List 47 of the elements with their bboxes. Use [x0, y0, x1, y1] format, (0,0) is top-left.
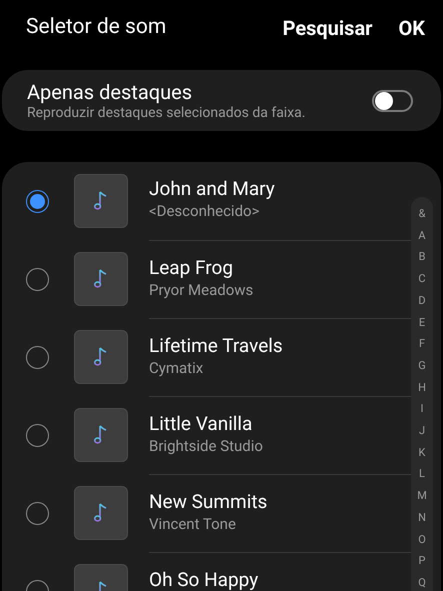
music-note-icon	[94, 191, 108, 211]
header-action-button[interactable]: Pesquisar	[282, 12, 372, 42]
index-letter[interactable]: O	[418, 528, 426, 550]
track-artist: Cymatix	[149, 358, 204, 378]
track-title: Little Vanilla	[149, 412, 254, 436]
radio-button[interactable]	[26, 346, 49, 368]
index-letter[interactable]: C	[418, 268, 426, 290]
track-title: Lifetime Travels	[149, 334, 284, 358]
screen-title: Seletor de som	[26, 14, 168, 41]
track-artist: Brightside Studio	[149, 436, 264, 456]
index-letter[interactable]: N	[418, 506, 426, 529]
alphabet-index-bar[interactable]: & A B C D E F G H I J K L M N O P Q	[411, 197, 433, 591]
music-note-icon	[94, 503, 108, 523]
track-title: Oh So Happy	[149, 568, 260, 591]
index-letter[interactable]: L	[419, 463, 425, 486]
index-letter[interactable]: G	[418, 354, 426, 377]
index-letter[interactable]: F	[418, 333, 426, 355]
index-letter[interactable]: P	[418, 550, 426, 572]
highlights-toggle[interactable]	[372, 90, 413, 112]
radio-button[interactable]	[26, 424, 49, 446]
index-letter[interactable]: H	[418, 376, 426, 398]
music-note-icon	[94, 425, 108, 445]
index-letter[interactable]: K	[418, 442, 426, 464]
toggle-thumb	[375, 92, 393, 110]
index-letter[interactable]: M	[417, 485, 427, 507]
highlights-subtitle: Reproduzir destaques selecionados da faixa.	[27, 104, 306, 122]
highlights-title: Apenas destaques	[27, 80, 194, 104]
radio-button[interactable]	[26, 502, 49, 524]
track-artist: Pryor Meadows	[149, 280, 254, 300]
music-note-icon	[94, 347, 108, 367]
track-title: New Summits	[149, 490, 268, 514]
index-letter[interactable]: I	[420, 398, 424, 420]
header-action-button[interactable]: OK	[398, 12, 425, 42]
radio-button[interactable]	[26, 190, 49, 212]
index-letter[interactable]: J	[418, 420, 426, 442]
index-letter[interactable]: E	[418, 312, 426, 334]
index-letter[interactable]: B	[418, 246, 426, 268]
track-title: John and Mary	[149, 177, 276, 201]
track-artist: <Desconhecido>	[149, 201, 260, 221]
index-letter[interactable]: &	[418, 203, 426, 225]
track-title: Leap Frog	[149, 256, 234, 280]
music-note-icon	[94, 269, 108, 289]
radio-button[interactable]	[26, 268, 49, 290]
index-letter[interactable]: D	[418, 290, 426, 312]
index-letter[interactable]: Q	[418, 572, 426, 591]
index-letter[interactable]: A	[418, 224, 426, 246]
track-artist: Vincent Tone	[149, 514, 237, 534]
